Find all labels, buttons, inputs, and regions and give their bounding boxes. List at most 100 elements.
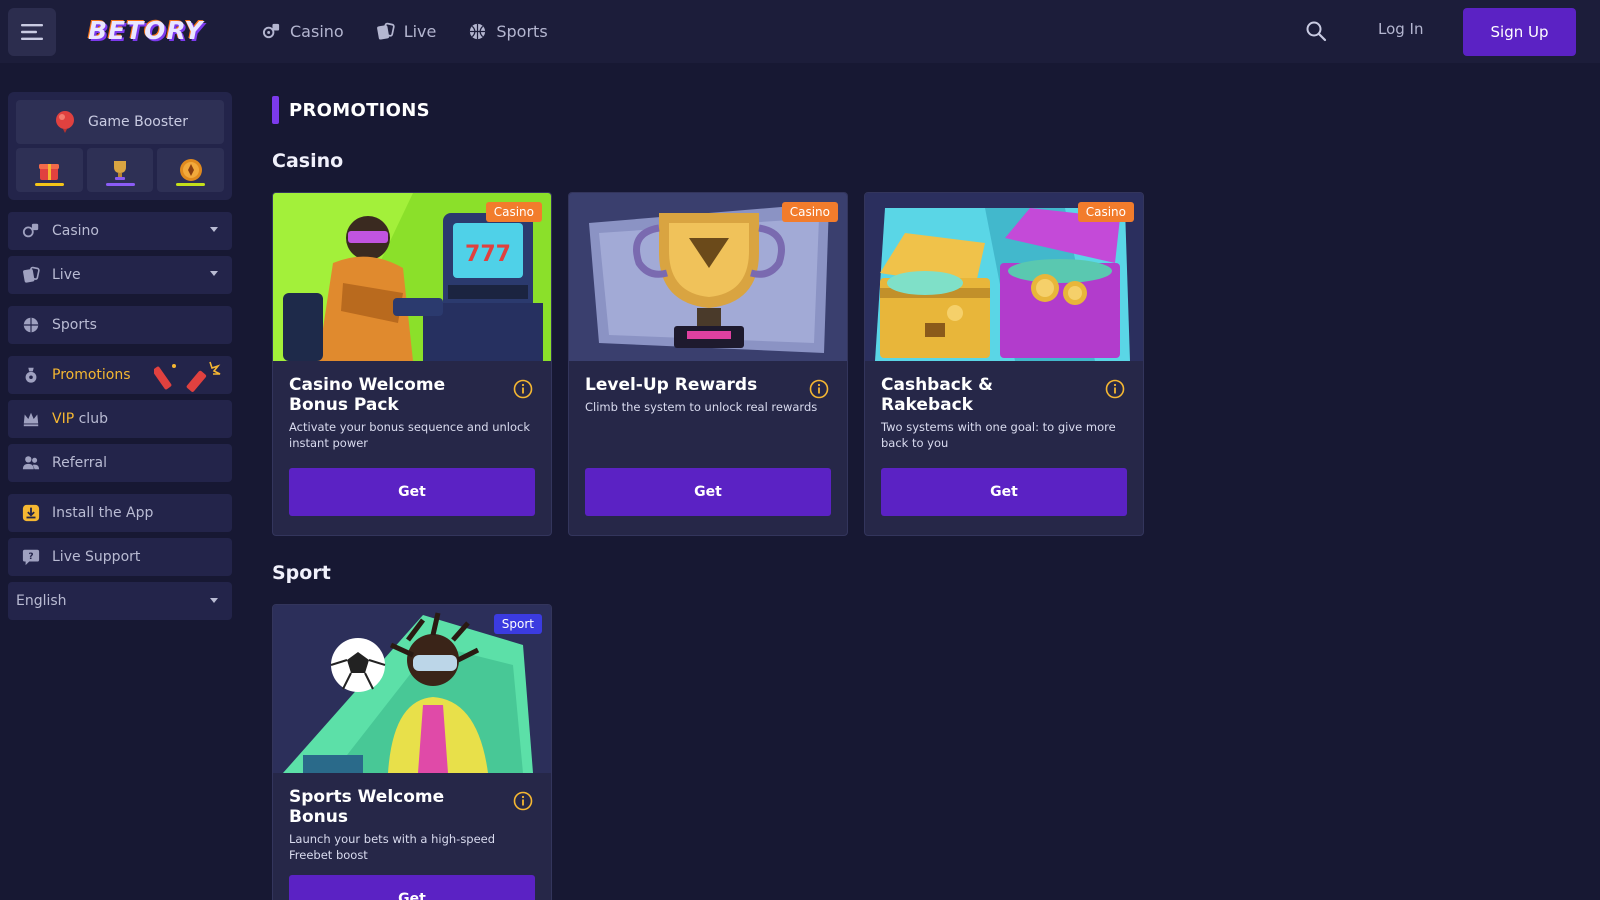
sidebar-item-promotions[interactable]: Promotions	[8, 356, 232, 394]
page-title-text: PROMOTIONS	[289, 99, 430, 121]
promo-card-title: Casino Welcome Bonus Pack	[289, 375, 446, 415]
promo-card-body: Casino Welcome Bonus Pack Activate your …	[273, 361, 551, 471]
sidebar-item-label: Promotions	[52, 367, 131, 383]
booster-icons-row	[16, 148, 225, 192]
booster-gift[interactable]	[16, 148, 83, 192]
logo[interactable]: BETORY	[88, 16, 204, 48]
sidebar-item-label: Install the App	[52, 505, 154, 521]
promo-card-image[interactable]: Sport	[273, 605, 551, 773]
live-icon	[23, 266, 40, 283]
sidebar-item-live[interactable]: Live	[8, 256, 232, 294]
promo-card-title: Level-Up Rewards	[585, 375, 758, 395]
page-title: PROMOTIONS	[272, 96, 430, 124]
search-icon[interactable]	[1305, 20, 1327, 42]
live-icon	[376, 22, 395, 40]
casino-icon	[22, 223, 39, 238]
info-icon[interactable]	[1105, 379, 1125, 399]
language-value: English	[16, 593, 67, 609]
promo-card-title: Cashback & Rakeback	[881, 375, 993, 415]
sidebar-item-label: Referral	[52, 455, 107, 471]
sidebar-item-vip-club[interactable]: VIP club	[8, 400, 232, 438]
sidebar-item-install-app[interactable]: Install the App	[8, 494, 232, 532]
promo-card-level-up: Casino Level-Up Rewards Climb the system…	[568, 192, 848, 536]
vip-label-rest: club	[74, 411, 108, 427]
top-bar: BETORY Casino Live Sports Log In Sign Up	[0, 0, 1600, 63]
title-accent-bar	[272, 96, 279, 124]
sidebar-item-label: Casino	[52, 223, 99, 239]
booster-progress	[176, 183, 206, 186]
info-icon[interactable]	[513, 791, 533, 811]
download-icon	[22, 504, 40, 522]
sidebar-item-label: Live Support	[52, 549, 141, 565]
promo-card-description: Climb the system to unlock real rewards	[585, 400, 818, 414]
promotions-icon	[25, 367, 37, 383]
crown-icon	[23, 412, 39, 427]
sidebar-item-label: VIP club	[52, 411, 108, 427]
sports-icon	[23, 317, 39, 333]
svg-text:777: 777	[465, 242, 511, 267]
promo-card-image[interactable]: 777 Casino	[273, 193, 551, 361]
booster-progress	[35, 183, 64, 186]
topnav-label: Live	[403, 22, 437, 41]
promo-card-casino-welcome: 777 Casino Casino Welcome Bonus Pack Act…	[272, 192, 552, 536]
topnav-item-live[interactable]: Live	[376, 22, 437, 41]
vip-label-accent: VIP	[52, 411, 75, 427]
casino-icon	[262, 23, 280, 39]
promo-card-description: Launch your bets with a high-speed Freeb…	[289, 832, 496, 862]
menu-button[interactable]	[8, 8, 56, 56]
booster-coin[interactable]	[157, 148, 225, 192]
promo-card-title: Sports Welcome Bonus	[289, 787, 445, 827]
support-icon: ?	[22, 549, 40, 566]
chevron-down-icon	[210, 227, 218, 232]
trophy-icon	[114, 161, 126, 180]
promo-card-description: Two systems with one goal: to give more …	[881, 420, 1116, 450]
promo-card-cashback: Casino Cashback & Rakeback Two systems w…	[864, 192, 1144, 536]
promo-card-body: Cashback & Rakeback Two systems with one…	[865, 361, 1143, 471]
topnav-item-sports[interactable]: Sports	[468, 22, 548, 41]
hamburger-icon	[21, 24, 43, 40]
signup-button[interactable]: Sign Up	[1463, 8, 1576, 56]
sidebar-item-sports[interactable]: Sports	[8, 306, 232, 344]
booster-trophy[interactable]	[86, 148, 154, 192]
section-title-casino: Casino	[272, 150, 344, 172]
info-icon[interactable]	[809, 379, 829, 399]
sidebar-item-referral[interactable]: Referral	[8, 444, 232, 482]
topnav-label: Casino	[290, 22, 344, 41]
sidebar-item-label: Sports	[52, 317, 97, 333]
coin-icon	[179, 159, 202, 181]
promo-card-body: Level-Up Rewards Climb the system to unl…	[569, 361, 847, 435]
chevron-down-icon	[210, 271, 218, 276]
booster-progress	[105, 183, 135, 186]
info-icon[interactable]	[513, 379, 533, 399]
chevron-down-icon	[210, 598, 218, 603]
sidebar-item-live-support[interactable]: ? Live Support	[8, 538, 232, 576]
referral-icon	[22, 456, 40, 470]
svg-text:?: ?	[28, 552, 33, 562]
firecracker-icon	[154, 361, 221, 392]
gift-icon	[39, 164, 60, 180]
language-select[interactable]: English	[8, 582, 232, 620]
topnav-label: Sports	[496, 22, 548, 41]
game-booster-label: Game Booster	[87, 114, 189, 130]
category-badge: Casino	[1077, 202, 1134, 222]
section-title-sport: Sport	[272, 562, 331, 584]
promo-card-sports-welcome: Sport Sports Welcome Bonus Launch your b…	[272, 604, 552, 900]
promo-card-image[interactable]: Casino	[569, 193, 847, 361]
sports-icon	[470, 23, 486, 40]
topnav-item-casino[interactable]: Casino	[262, 22, 344, 41]
balloon-icon	[55, 111, 74, 133]
game-booster-button[interactable]: Game Booster	[16, 100, 224, 144]
sidebar: Game Booster Casino Live Sports Promotio…	[8, 92, 232, 620]
get-button[interactable]: Get	[881, 468, 1127, 516]
get-button[interactable]: Get	[289, 468, 535, 516]
top-nav: Casino Live Sports	[262, 0, 580, 63]
get-button[interactable]: Get	[289, 875, 535, 900]
promo-card-body: Sports Welcome Bonus Launch your bets wi…	[273, 773, 551, 883]
sidebar-item-casino[interactable]: Casino	[8, 212, 232, 250]
get-button[interactable]: Get	[585, 468, 831, 516]
game-booster-panel: Game Booster	[8, 92, 232, 200]
promo-card-image[interactable]: Casino	[865, 193, 1143, 361]
login-button[interactable]: Log In	[1378, 20, 1424, 38]
category-badge: Casino	[485, 202, 542, 222]
category-badge: Sport	[493, 614, 542, 634]
